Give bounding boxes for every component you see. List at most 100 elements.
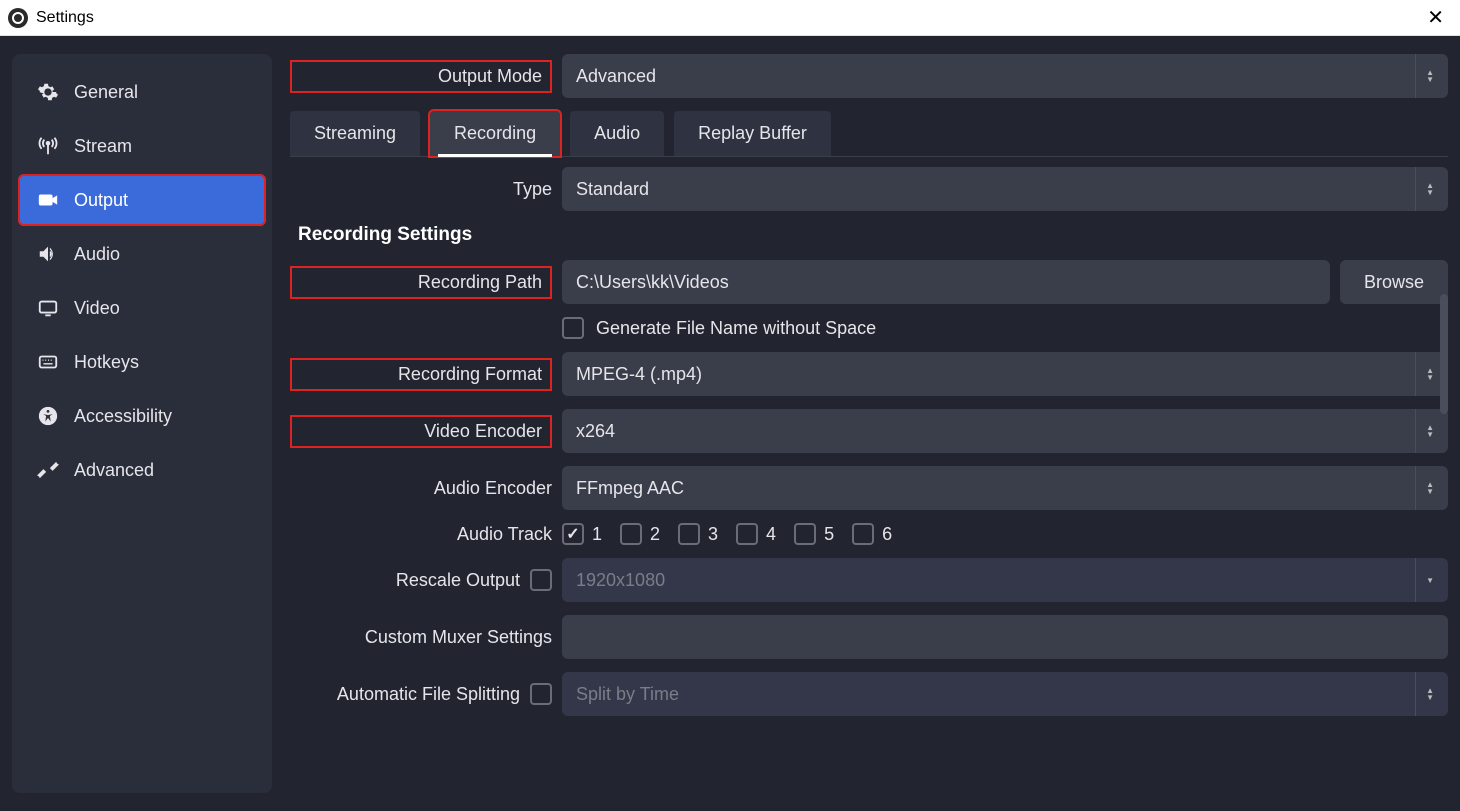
type-dropdown[interactable]: Standard ▲▼ <box>562 167 1448 211</box>
sidebar-item-label: Stream <box>74 136 132 157</box>
track-1-checkbox[interactable] <box>562 523 584 545</box>
sidebar-item-audio[interactable]: Audio <box>18 228 266 280</box>
tab-streaming[interactable]: Streaming <box>290 111 420 156</box>
keyboard-icon <box>36 350 60 374</box>
sidebar-item-video[interactable]: Video <box>18 282 266 334</box>
track-4-checkbox[interactable] <box>736 523 758 545</box>
sidebar-item-label: Hotkeys <box>74 352 139 373</box>
output-mode-dropdown[interactable]: Advanced ▲▼ <box>562 54 1448 98</box>
sidebar-item-advanced[interactable]: Advanced <box>18 444 266 496</box>
sidebar-item-label: General <box>74 82 138 103</box>
output-mode-value: Advanced <box>576 66 656 87</box>
track-num: 1 <box>592 524 602 545</box>
scrollbar-thumb[interactable] <box>1440 294 1448 414</box>
monitor-icon <box>36 296 60 320</box>
sidebar-item-hotkeys[interactable]: Hotkeys <box>18 336 266 388</box>
chevron-down-icon: ▼ <box>1415 558 1434 602</box>
sidebar-item-label: Audio <box>74 244 120 265</box>
sidebar-item-label: Accessibility <box>74 406 172 427</box>
sidebar-item-accessibility[interactable]: Accessibility <box>18 390 266 442</box>
antenna-icon <box>36 134 60 158</box>
tab-label: Replay Buffer <box>698 123 807 143</box>
track-3-checkbox[interactable] <box>678 523 700 545</box>
video-encoder-row: Video Encoder x264 ▲▼ <box>290 409 1448 453</box>
app-logo-icon <box>8 8 28 28</box>
gear-icon <box>36 80 60 104</box>
close-icon[interactable]: ✕ <box>1419 5 1452 30</box>
sidebar-item-stream[interactable]: Stream <box>18 120 266 172</box>
audio-encoder-row: Audio Encoder FFmpeg AAC ▲▼ <box>290 466 1448 510</box>
rescale-output-row: Rescale Output 1920x1080 ▼ <box>290 558 1448 602</box>
muxer-label: Custom Muxer Settings <box>290 627 552 648</box>
video-encoder-label: Video Encoder <box>290 415 552 448</box>
window-title: Settings <box>36 9 94 27</box>
track-num: 2 <box>650 524 660 545</box>
rescale-label-wrap: Rescale Output <box>290 569 552 591</box>
updown-icon: ▲▼ <box>1415 409 1434 453</box>
recording-format-label-wrap: Recording Format <box>290 358 552 391</box>
output-tabs: Streaming Recording Audio Replay Buffer <box>290 111 1448 157</box>
browse-button[interactable]: Browse <box>1340 260 1448 304</box>
output-mode-label: Output Mode <box>290 60 552 93</box>
track-5-checkbox[interactable] <box>794 523 816 545</box>
sidebar-item-output[interactable]: Output <box>18 174 266 226</box>
track-num: 6 <box>882 524 892 545</box>
tools-icon <box>36 458 60 482</box>
split-row: Automatic File Splitting Split by Time ▲… <box>290 672 1448 716</box>
content-pane: Output Mode Advanced ▲▼ Streaming Record… <box>290 54 1448 793</box>
output-mode-label-wrap: Output Mode <box>290 60 552 93</box>
no-space-row: Generate File Name without Space <box>290 317 1448 339</box>
split-label: Automatic File Splitting <box>337 684 520 705</box>
audio-track-list: 1 2 3 4 5 <box>562 523 892 545</box>
track-2-checkbox[interactable] <box>620 523 642 545</box>
tab-replay-buffer[interactable]: Replay Buffer <box>674 111 831 156</box>
video-encoder-value: x264 <box>576 421 615 442</box>
recording-settings-title: Recording Settings <box>290 224 1448 246</box>
audio-track-5: 5 <box>794 523 834 545</box>
split-dropdown[interactable]: Split by Time ▲▼ <box>562 672 1448 716</box>
muxer-input[interactable] <box>562 615 1448 659</box>
content-inner: Output Mode Advanced ▲▼ Streaming Record… <box>290 54 1448 729</box>
track-num: 4 <box>766 524 776 545</box>
tab-recording[interactable]: Recording <box>430 111 560 156</box>
audio-track-4: 4 <box>736 523 776 545</box>
updown-icon: ▲▼ <box>1415 466 1434 510</box>
track-num: 5 <box>824 524 834 545</box>
no-space-label: Generate File Name without Space <box>596 318 876 339</box>
updown-icon: ▲▼ <box>1415 352 1434 396</box>
updown-icon: ▲▼ <box>1415 167 1434 211</box>
audio-track-6: 6 <box>852 523 892 545</box>
audio-track-2: 2 <box>620 523 660 545</box>
sidebar-item-general[interactable]: General <box>18 66 266 118</box>
tab-label: Recording <box>454 123 536 143</box>
track-6-checkbox[interactable] <box>852 523 874 545</box>
type-row: Type Standard ▲▼ <box>290 167 1448 211</box>
sidebar: General Stream Output Audio Video <box>12 54 272 793</box>
split-placeholder: Split by Time <box>576 684 679 705</box>
recording-path-input[interactable] <box>562 260 1330 304</box>
tab-label: Audio <box>594 123 640 143</box>
audio-encoder-dropdown[interactable]: FFmpeg AAC ▲▼ <box>562 466 1448 510</box>
tab-audio[interactable]: Audio <box>570 111 664 156</box>
video-encoder-dropdown[interactable]: x264 ▲▼ <box>562 409 1448 453</box>
no-space-checkbox[interactable] <box>562 317 584 339</box>
audio-track-row: Audio Track 1 2 3 <box>290 523 1448 545</box>
recording-path-label-wrap: Recording Path <box>290 266 552 299</box>
audio-track-label: Audio Track <box>290 524 552 545</box>
recording-format-dropdown[interactable]: MPEG-4 (.mp4) ▲▼ <box>562 352 1448 396</box>
no-space-checkbox-row: Generate File Name without Space <box>562 317 876 339</box>
type-label: Type <box>290 179 552 200</box>
main-area: General Stream Output Audio Video <box>0 36 1460 811</box>
tab-label: Streaming <box>314 123 396 143</box>
titlebar-left: Settings <box>8 8 94 28</box>
rescale-output-dropdown[interactable]: 1920x1080 ▼ <box>562 558 1448 602</box>
output-mode-row: Output Mode Advanced ▲▼ <box>290 54 1448 98</box>
updown-icon: ▲▼ <box>1415 54 1434 98</box>
track-num: 3 <box>708 524 718 545</box>
split-checkbox[interactable] <box>530 683 552 705</box>
audio-track-3: 3 <box>678 523 718 545</box>
type-value: Standard <box>576 179 649 200</box>
sidebar-item-label: Video <box>74 298 120 319</box>
rescale-output-checkbox[interactable] <box>530 569 552 591</box>
muxer-row: Custom Muxer Settings <box>290 615 1448 659</box>
